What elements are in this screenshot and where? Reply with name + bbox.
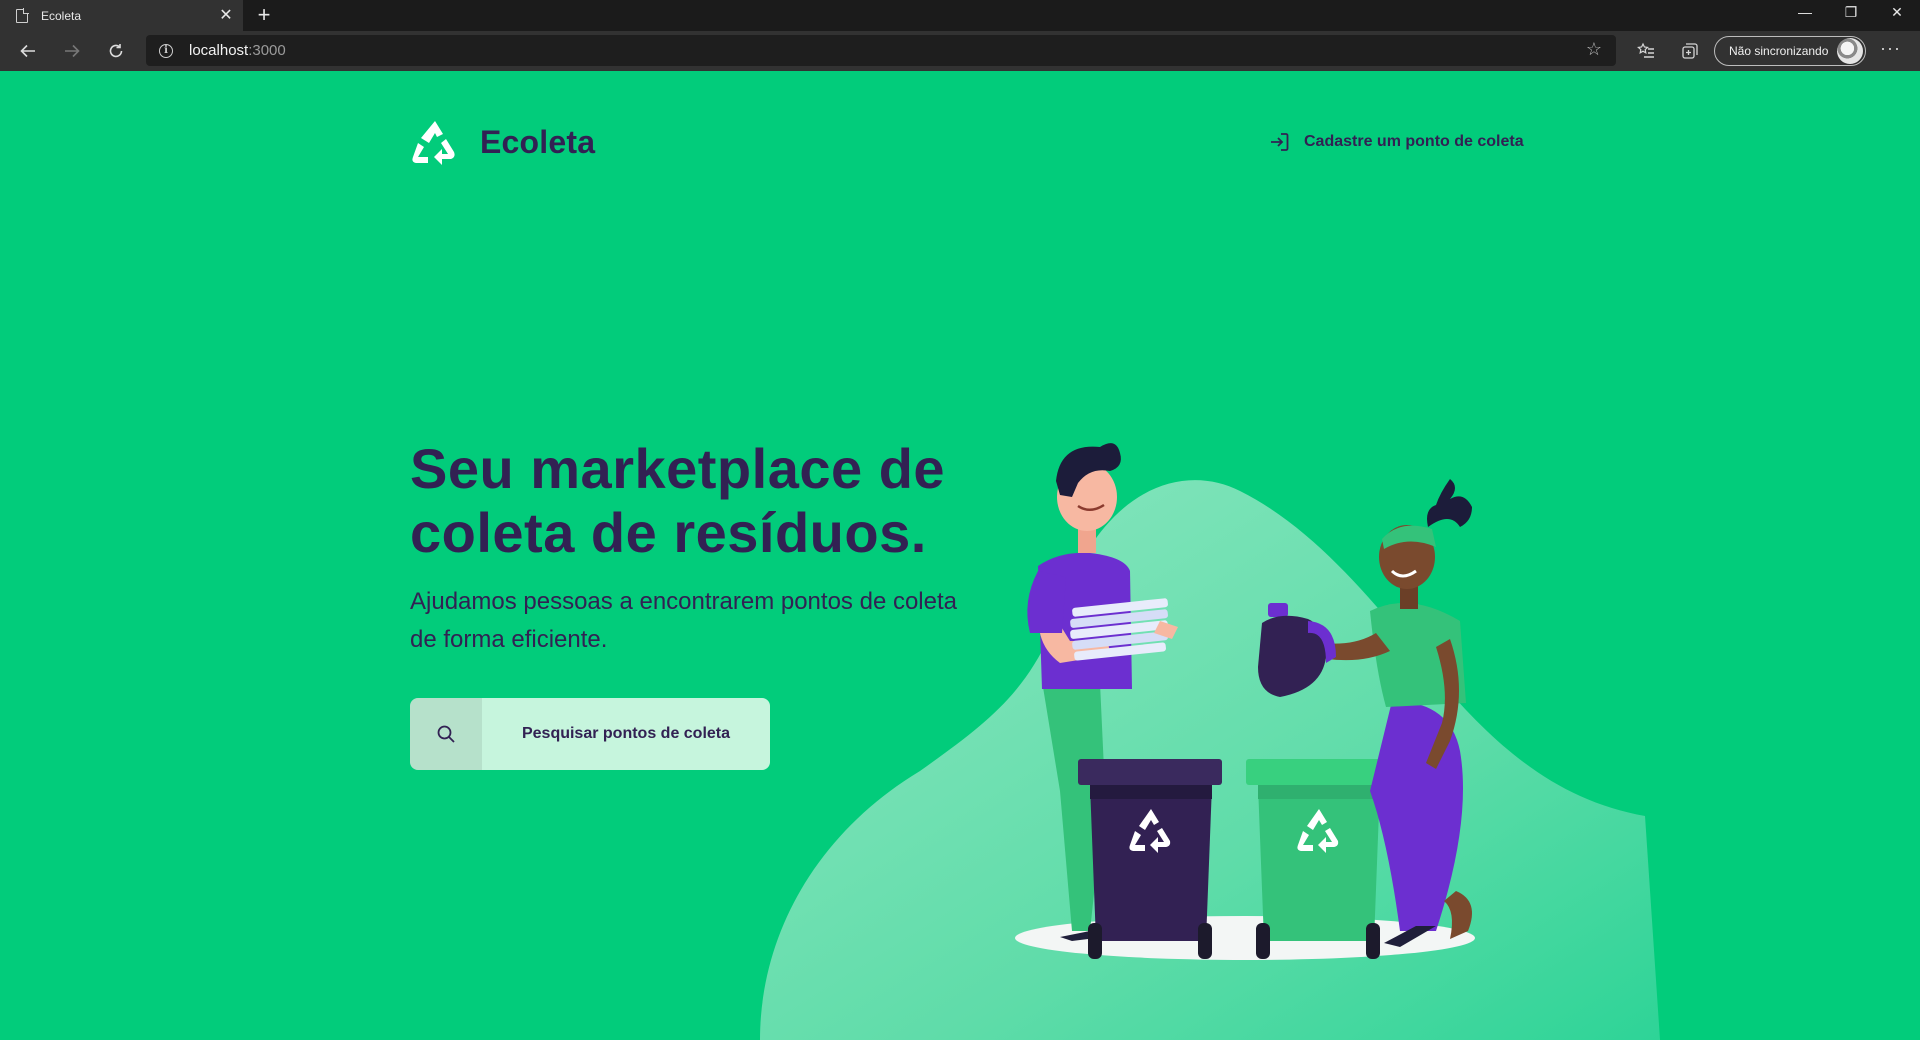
sync-status-button[interactable]: Não sincronizando bbox=[1714, 36, 1866, 66]
close-window-button[interactable]: ✕ bbox=[1874, 0, 1920, 31]
tab-title: Ecoleta bbox=[41, 8, 82, 23]
favorites-icon[interactable] bbox=[1634, 39, 1658, 63]
profile-avatar bbox=[1837, 38, 1863, 64]
url-port: :3000 bbox=[248, 42, 286, 59]
browser-titlebar: Ecoleta ✕ + — ❐ ✕ bbox=[0, 0, 1920, 31]
search-icon bbox=[437, 725, 455, 743]
refresh-button[interactable] bbox=[102, 37, 130, 65]
address-bar[interactable]: i localhost :3000 ☆ bbox=[146, 35, 1616, 66]
forward-icon bbox=[65, 44, 80, 58]
logo-text: Ecoleta bbox=[480, 123, 596, 160]
logo[interactable]: Ecoleta bbox=[410, 119, 595, 165]
signup-link-label: Cadastre um ponto de coleta bbox=[1304, 133, 1524, 150]
register-collection-point-link[interactable]: Cadastre um ponto de coleta bbox=[1268, 131, 1524, 153]
paper-stack bbox=[1070, 598, 1168, 661]
dark-recycling-bin bbox=[1078, 759, 1222, 959]
sync-label: Não sincronizando bbox=[1729, 44, 1829, 58]
more-menu-button[interactable]: ··· bbox=[1880, 38, 1901, 59]
sign-in-icon bbox=[1271, 133, 1289, 151]
recycle-logo-icon bbox=[412, 121, 455, 165]
url-host: localhost bbox=[189, 42, 249, 59]
green-recycling-bin bbox=[1246, 759, 1390, 959]
search-button-label: Pesquisar pontos de coleta bbox=[521, 725, 731, 742]
page-content: Ecoleta Cadastre um ponto de coleta Seu … bbox=[0, 71, 1920, 1040]
tab-close-button[interactable]: ✕ bbox=[215, 7, 237, 24]
recycling-illustration bbox=[760, 443, 1660, 1040]
refresh-icon bbox=[109, 44, 123, 58]
back-button[interactable] bbox=[14, 37, 42, 65]
page-icon bbox=[16, 8, 29, 23]
star-icon[interactable]: ☆ bbox=[1586, 39, 1602, 60]
minimize-button[interactable]: — bbox=[1782, 0, 1828, 31]
restore-button[interactable]: ❐ bbox=[1828, 0, 1874, 31]
back-icon bbox=[20, 44, 35, 58]
collections-icon[interactable] bbox=[1678, 39, 1702, 63]
forward-button[interactable] bbox=[58, 37, 86, 65]
info-icon[interactable]: i bbox=[159, 43, 173, 58]
search-icon-box bbox=[410, 698, 482, 770]
browser-tab[interactable]: Ecoleta ✕ bbox=[0, 0, 243, 31]
new-tab-button[interactable]: + bbox=[252, 3, 276, 27]
browser-toolbar: i localhost :3000 ☆ bbox=[0, 31, 1920, 71]
search-points-button[interactable]: Pesquisar pontos de coleta bbox=[410, 698, 770, 770]
